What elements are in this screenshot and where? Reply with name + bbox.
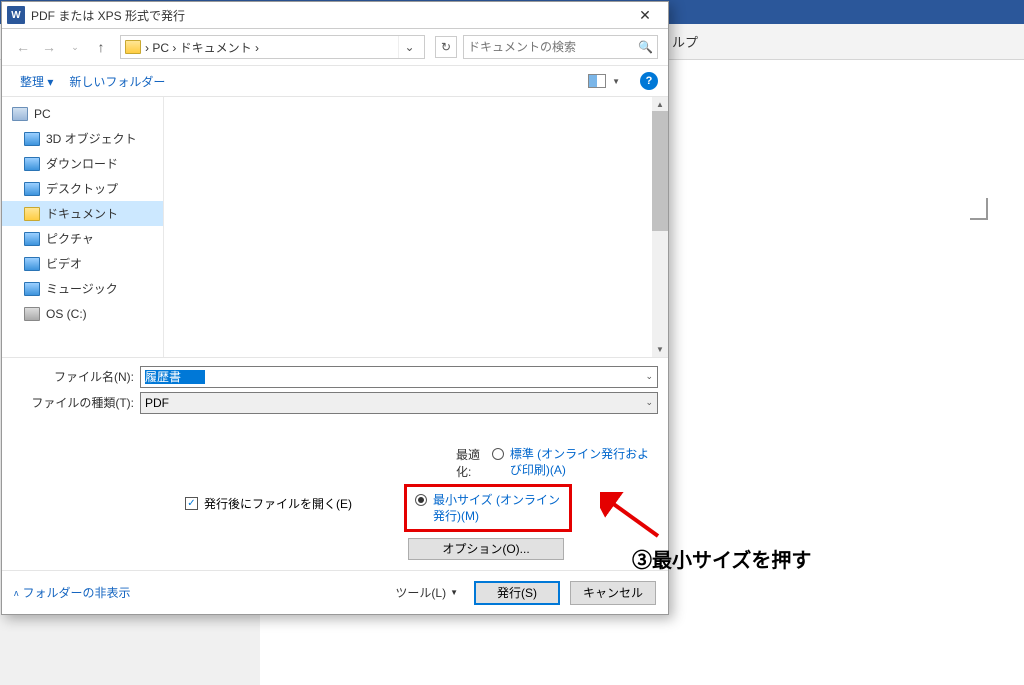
optimize-minimum-radio[interactable] <box>415 494 427 506</box>
dialog-toolbar: 整理 ▾ 新しいフォルダー ▼ ? <box>2 65 668 97</box>
folder-icon <box>24 207 40 221</box>
page-corner-mark <box>970 198 988 220</box>
back-button[interactable]: ← <box>12 36 34 58</box>
tree-item-label: ミュージック <box>46 280 118 297</box>
scroll-down-icon[interactable]: ▼ <box>652 343 668 357</box>
filename-input[interactable] <box>145 370 205 384</box>
word-icon: W <box>7 6 25 24</box>
content-scrollbar[interactable]: ▲ ▼ <box>652 97 668 357</box>
folder-icon <box>24 257 40 271</box>
scroll-thumb[interactable] <box>652 111 668 231</box>
filetype-value: PDF <box>145 396 169 410</box>
hide-folders-label: フォルダーの非表示 <box>23 584 131 601</box>
file-list-area[interactable]: ▲ ▼ <box>164 97 668 357</box>
search-input[interactable] <box>468 40 638 54</box>
tree-item-label: ダウンロード <box>46 155 118 172</box>
scroll-up-icon[interactable]: ▲ <box>652 97 668 111</box>
tools-label: ツール(L) <box>395 584 446 601</box>
filetype-dropdown-icon[interactable]: ⌄ <box>645 397 653 408</box>
refresh-button[interactable]: ↻ <box>435 36 457 58</box>
optimize-standard-radio[interactable] <box>492 448 504 460</box>
tools-dropdown[interactable]: ツール(L) ▼ <box>389 584 464 601</box>
recent-dropdown[interactable]: ⌄ <box>64 36 86 58</box>
caret-up-icon: ʌ <box>14 588 19 598</box>
filetype-field[interactable]: PDF ⌄ <box>140 392 658 414</box>
filename-label: ファイル名(N): <box>12 368 140 385</box>
folder-icon <box>24 307 40 321</box>
folder-icon <box>24 182 40 196</box>
search-icon: 🔍 <box>638 40 653 54</box>
tree-item-label: ピクチャ <box>46 230 94 247</box>
filename-field[interactable]: ⌄ <box>140 366 658 388</box>
folder-icon <box>12 107 28 121</box>
tree-item[interactable]: PC <box>2 101 163 126</box>
publish-pdf-dialog: W PDF または XPS 形式で発行 ✕ ← → ⌄ ↑ › PC › ドキュ… <box>1 1 669 615</box>
folder-icon <box>125 40 141 54</box>
cancel-button[interactable]: キャンセル <box>570 581 656 605</box>
nav-row: ← → ⌄ ↑ › PC › ドキュメント › ⌄ ↻ 🔍 <box>2 29 668 65</box>
tree-item[interactable]: OS (C:) <box>2 301 163 326</box>
folder-icon <box>24 232 40 246</box>
tree-item[interactable]: ビデオ <box>2 251 163 276</box>
open-after-checkbox-row[interactable]: 発行後にファイルを開く(E) <box>185 448 352 560</box>
folder-tree[interactable]: PC 3D オブジェクトダウンロードデスクトップドキュメントピクチャビデオミュージ… <box>2 97 164 357</box>
breadcrumb-text: › PC › ドキュメント › <box>145 39 398 56</box>
options-button[interactable]: オプション(O)... <box>408 538 564 560</box>
optimize-label: 最適化: <box>456 446 486 480</box>
organize-button[interactable]: 整理 ▾ <box>12 69 61 94</box>
view-mode-button[interactable]: ▼ <box>580 70 628 92</box>
tree-item[interactable]: ミュージック <box>2 276 163 301</box>
chevron-down-icon: ▼ <box>450 588 458 597</box>
tree-item-label: PC <box>34 107 51 121</box>
help-menu-fragment: ルプ <box>672 32 698 51</box>
open-after-label: 発行後にファイルを開く(E) <box>204 495 352 512</box>
folder-icon <box>24 282 40 296</box>
publish-button[interactable]: 発行(S) <box>474 581 560 605</box>
annotation-arrow <box>600 492 662 543</box>
forward-button[interactable]: → <box>38 36 60 58</box>
tree-item[interactable]: ダウンロード <box>2 151 163 176</box>
tree-item[interactable]: ドキュメント <box>2 201 163 226</box>
options-area: 発行後にファイルを開く(E) 最適化: 標準 (オンライン発行および印刷)(A)… <box>2 418 668 570</box>
tree-item-label: ドキュメント <box>46 205 118 222</box>
dialog-titlebar: W PDF または XPS 形式で発行 ✕ <box>2 2 668 29</box>
tree-item-label: デスクトップ <box>46 180 118 197</box>
help-button[interactable]: ? <box>640 72 658 90</box>
annotation-highlight: 最小サイズ (オンライン発行)(M) <box>404 484 572 532</box>
form-area: ファイル名(N): ⌄ ファイルの種類(T): PDF ⌄ <box>2 357 668 418</box>
annotation-text: ③最小サイズを押す <box>632 544 811 573</box>
tree-item[interactable]: 3D オブジェクト <box>2 126 163 151</box>
tree-item-label: 3D オブジェクト <box>46 130 137 147</box>
folder-icon <box>24 157 40 171</box>
folder-icon <box>24 132 40 146</box>
tree-item-label: ビデオ <box>46 255 82 272</box>
up-button[interactable]: ↑ <box>90 36 112 58</box>
breadcrumb-bar[interactable]: › PC › ドキュメント › ⌄ <box>120 35 425 59</box>
filename-dropdown-icon[interactable]: ⌄ <box>645 371 653 382</box>
search-box[interactable]: 🔍 <box>463 35 658 59</box>
open-after-checkbox[interactable] <box>185 497 198 510</box>
hide-folders-button[interactable]: ʌ フォルダーの非表示 <box>14 584 131 601</box>
breadcrumb-dropdown[interactable]: ⌄ <box>398 36 420 58</box>
filetype-label: ファイルの種類(T): <box>12 394 140 411</box>
tree-item[interactable]: デスクトップ <box>2 176 163 201</box>
tree-item-label: OS (C:) <box>46 307 87 321</box>
dialog-title: PDF または XPS 形式で発行 <box>31 7 627 24</box>
dialog-footer: ʌ フォルダーの非表示 ツール(L) ▼ 発行(S) キャンセル <box>2 570 668 614</box>
optimize-standard-label[interactable]: 標準 (オンライン発行および印刷)(A) <box>510 446 658 478</box>
close-button[interactable]: ✕ <box>627 3 663 27</box>
view-icon <box>588 74 606 88</box>
tree-item[interactable]: ピクチャ <box>2 226 163 251</box>
optimize-minimum-label[interactable]: 最小サイズ (オンライン発行)(M) <box>433 492 561 524</box>
new-folder-button[interactable]: 新しいフォルダー <box>61 69 173 94</box>
